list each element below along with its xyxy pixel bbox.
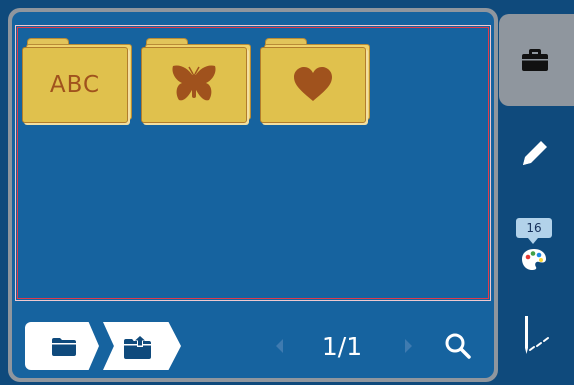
needle-thread-icon[interactable] xyxy=(520,314,554,358)
folder-front xyxy=(141,47,247,123)
open-folder-button[interactable] xyxy=(25,322,99,370)
folder-icon xyxy=(52,338,76,356)
pencil-icon[interactable] xyxy=(519,137,551,169)
folder-abc-label: ABC xyxy=(49,72,101,98)
folder-abc[interactable]: ABC xyxy=(22,38,132,123)
folder-tab-icon xyxy=(522,49,548,71)
palette-icon[interactable] xyxy=(520,247,548,271)
folder-upload-icon xyxy=(124,334,151,359)
butterfly-icon xyxy=(172,65,216,101)
search-icon[interactable] xyxy=(444,332,472,360)
color-count-badge: 16 xyxy=(516,218,552,244)
folder-front xyxy=(260,47,366,123)
heart-icon xyxy=(294,67,332,101)
next-page-icon[interactable] xyxy=(398,335,418,357)
folder-heart[interactable] xyxy=(260,38,370,123)
export-folder-button[interactable] xyxy=(103,322,181,370)
previous-page-icon[interactable] xyxy=(270,335,290,357)
folder-front: ABC xyxy=(22,47,128,123)
page-indicator: 1/1 xyxy=(321,332,363,361)
folder-butterfly[interactable] xyxy=(141,38,251,123)
